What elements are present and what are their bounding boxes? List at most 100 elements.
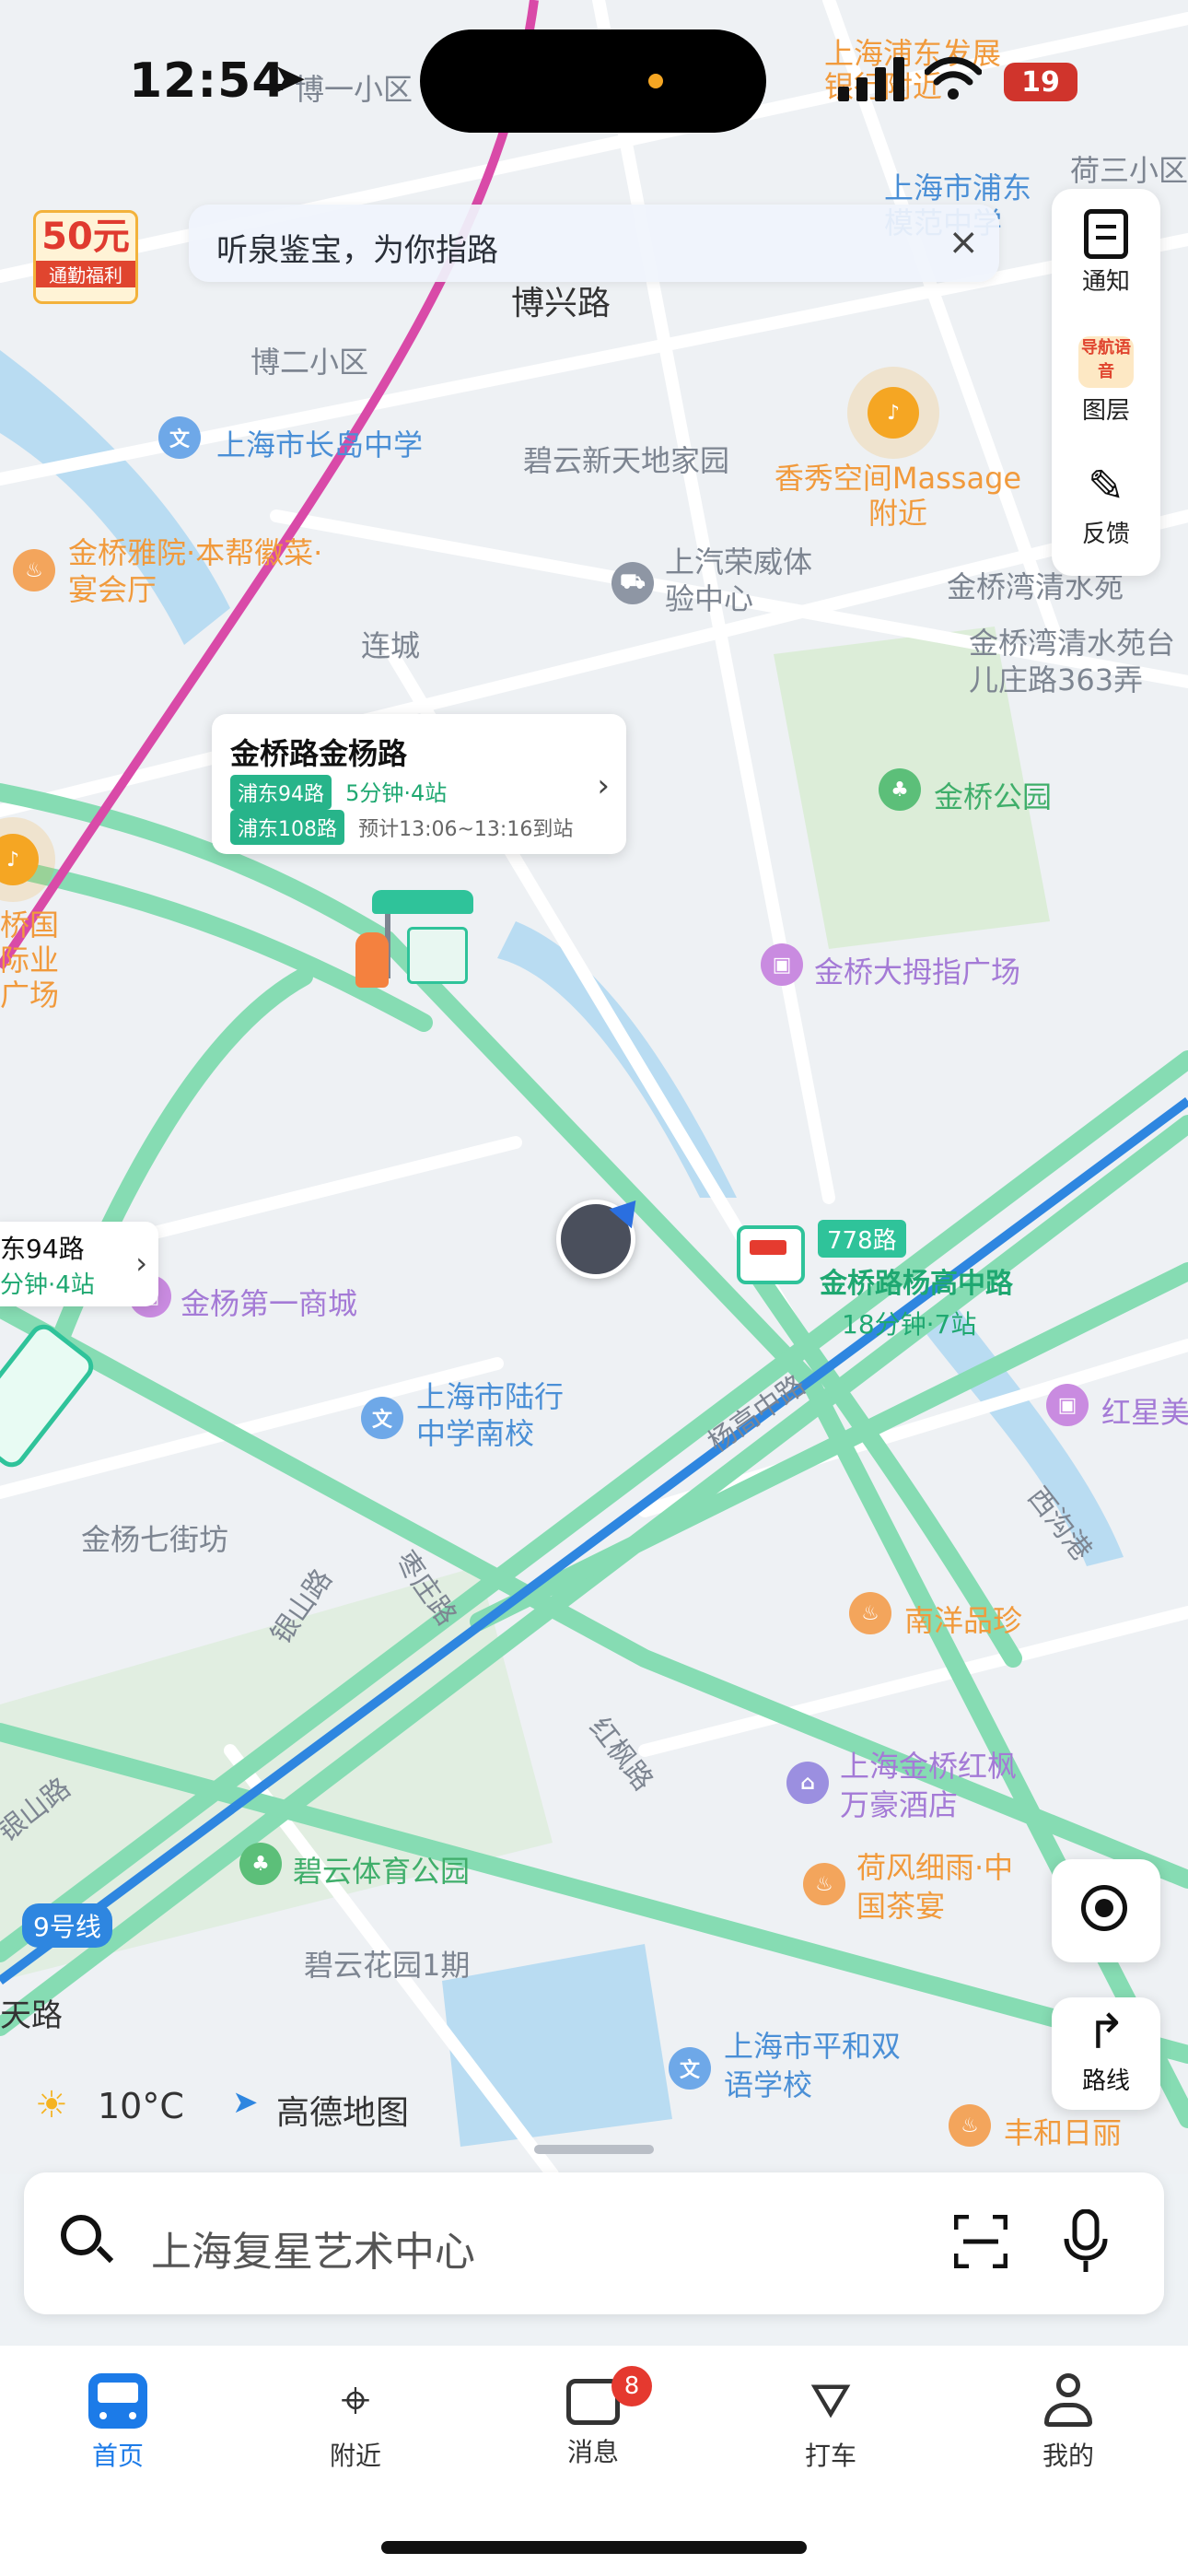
notification-button[interactable]: 通知 [1052, 209, 1160, 297]
route-eta: 预计13:06~13:16到站 [358, 818, 574, 841]
callout-route-1: 浦东94路 5分钟·4站 [230, 775, 447, 810]
bus-stop-icon[interactable] [355, 890, 477, 991]
callout-eta: 分钟·4站 [0, 1271, 95, 1299]
signal-icon [838, 57, 904, 105]
bus-callout-partial[interactable]: 东94路 分钟·4站 › [0, 1222, 158, 1306]
tab-label: 打车 [804, 2441, 856, 2471]
feedback-button[interactable]: ✎ 反馈 [1052, 462, 1160, 549]
shopping-icon: ▣ [1046, 1384, 1089, 1426]
sun-icon: ☀ [35, 2084, 68, 2126]
tab-taxi[interactable]: ⛛ 打车 [766, 2373, 895, 2473]
tab-messages[interactable]: 8 消息 [529, 2366, 658, 2469]
map-label: 天路 [0, 1997, 63, 2034]
search-input[interactable]: 上海复星艺术中心 [151, 2219, 475, 2277]
status-bar: 12:54 ➤ 19 [0, 0, 1188, 157]
stop-eta: 18分钟·7站 [842, 1309, 977, 1340]
scan-icon[interactable] [953, 2214, 1008, 2269]
tool-label: 图层 [1081, 397, 1130, 425]
locate-icon [1081, 1885, 1127, 1931]
wifi-icon [924, 55, 983, 105]
microphone-icon[interactable] [1063, 2208, 1109, 2274]
map-label: 上汽荣威体验中心 [665, 544, 813, 616]
promo-caption: 通勤福利 [36, 261, 135, 287]
school-icon: 文 [669, 2047, 711, 2090]
map-label: 博兴路 [511, 285, 611, 322]
map-view[interactable]: 博一小区 上海浦东发展银行附近 荷三小区 上海市浦东模范中学 博兴路 博二小区 … [0, 0, 1188, 2174]
map-label: 桥国际业广场 [0, 907, 60, 1013]
map-label: 香秀空间Massage附近 [774, 461, 1022, 531]
layer-voice-icon: 导航语音 [1078, 336, 1134, 388]
school-icon: 文 [361, 1397, 403, 1439]
tool-label: 通知 [1081, 268, 1130, 296]
map-label: 金桥雅院·本帮徽菜·宴会厅 [68, 535, 323, 607]
map-label: 碧云体育公园 [293, 1854, 471, 1889]
map-label: 上海市长岛中学 [216, 427, 424, 463]
search-icon [61, 2215, 101, 2255]
tab-profile[interactable]: 我的 [1004, 2373, 1133, 2473]
map-label: 金杨第一商城 [181, 1286, 358, 1321]
battery-indicator: 19 [1004, 63, 1077, 101]
map-label: 金桥公园 [934, 779, 1053, 814]
edit-icon: ✎ [1087, 461, 1125, 512]
voice-guide-banner[interactable]: 听泉鉴宝，为你指路 × [189, 205, 999, 282]
home-indicator [381, 2541, 807, 2554]
callout-title: 金桥路金杨路 [230, 736, 408, 771]
tab-home[interactable]: 首页 [53, 2373, 182, 2473]
amap-logo-text: 高德地图 [276, 2094, 410, 2132]
map-label: 红星美 [1101, 1395, 1188, 1430]
bus-icon [88, 2373, 147, 2429]
map-label: 碧云花园1期 [304, 1948, 471, 1983]
route-label: 路线 [1081, 2067, 1130, 2095]
close-icon[interactable]: × [948, 221, 979, 263]
banner-text: 听泉鉴宝，为你指路 [216, 232, 498, 269]
restaurant-icon: ♨ [13, 549, 55, 591]
map-label: 博二小区 [250, 345, 369, 380]
callout-route-2: 浦东108路 预计13:06~13:16到站 [230, 810, 573, 845]
tab-label: 附近 [329, 2441, 381, 2471]
stop-name: 金桥路杨高中路 [820, 1268, 1013, 1300]
chevron-right-icon: › [135, 1246, 147, 1281]
tab-label: 我的 [1042, 2441, 1094, 2471]
music-icon[interactable]: ♪ [868, 387, 919, 439]
tab-label: 消息 [566, 2437, 619, 2467]
metro-line-badge: 9号线 [22, 1903, 112, 1948]
chevron-right-icon: › [597, 767, 610, 804]
bus-stop-callout[interactable]: 金桥路金杨路 浦东94路 5分钟·4站 浦东108路 预计13:06~13:16… [212, 714, 626, 854]
tab-nearby[interactable]: ⌖ 附近 [291, 2373, 420, 2473]
car-icon: ⛟ [611, 562, 654, 604]
park-icon: ♣ [879, 768, 921, 811]
notice-icon [1084, 209, 1128, 259]
callout-route: 东94路 [0, 1234, 85, 1264]
status-time: 12:54 [129, 53, 286, 109]
route-tag: 浦东108路 [230, 810, 344, 845]
map-label: 金桥湾清水苑台儿庄路363弄 [969, 626, 1176, 697]
hotel-icon: ⌂ [786, 1762, 829, 1804]
route-tag: 浦东94路 [230, 775, 332, 810]
promo-amount: 50元 [41, 216, 130, 258]
school-icon: 文 [158, 416, 201, 459]
map-label: 碧云新天地家园 [523, 443, 730, 478]
route-button[interactable]: ↱ 路线 [1052, 1997, 1160, 2110]
park-icon: ♣ [239, 1843, 282, 1885]
dynamic-island [420, 29, 766, 133]
tab-label: 首页 [91, 2441, 144, 2471]
map-label: 上海金桥红枫万豪酒店 [840, 1749, 1018, 1822]
route-eta: 5分钟·4站 [345, 780, 448, 806]
map-label: 南洋品珍 [904, 1603, 1023, 1638]
search-bar[interactable]: 上海复星艺术中心 [24, 2172, 1164, 2314]
map-label: 丰和日丽 [1004, 2115, 1123, 2150]
restaurant-icon: ♨ [949, 2104, 991, 2147]
location-pin-icon: ⌖ [341, 2371, 370, 2430]
layer-button[interactable]: 导航语音 图层 [1052, 336, 1160, 426]
sheet-handle[interactable] [534, 2145, 654, 2154]
person-icon [1041, 2373, 1096, 2429]
bus-stop-sign-icon[interactable] [737, 1225, 805, 1284]
locate-button[interactable] [1052, 1859, 1160, 1962]
weather-temperature: 10°C [98, 2086, 184, 2126]
map-label: 上海市陆行中学南校 [416, 1379, 565, 1451]
taxi-icon: ⛛ [809, 2371, 852, 2430]
map-label: 上海市平和双语学校 [724, 2029, 902, 2102]
map-label: 金桥大拇指广场 [814, 954, 1021, 989]
message-badge: 8 [611, 2366, 652, 2406]
promo-badge[interactable]: 50元 通勤福利 [33, 210, 138, 304]
